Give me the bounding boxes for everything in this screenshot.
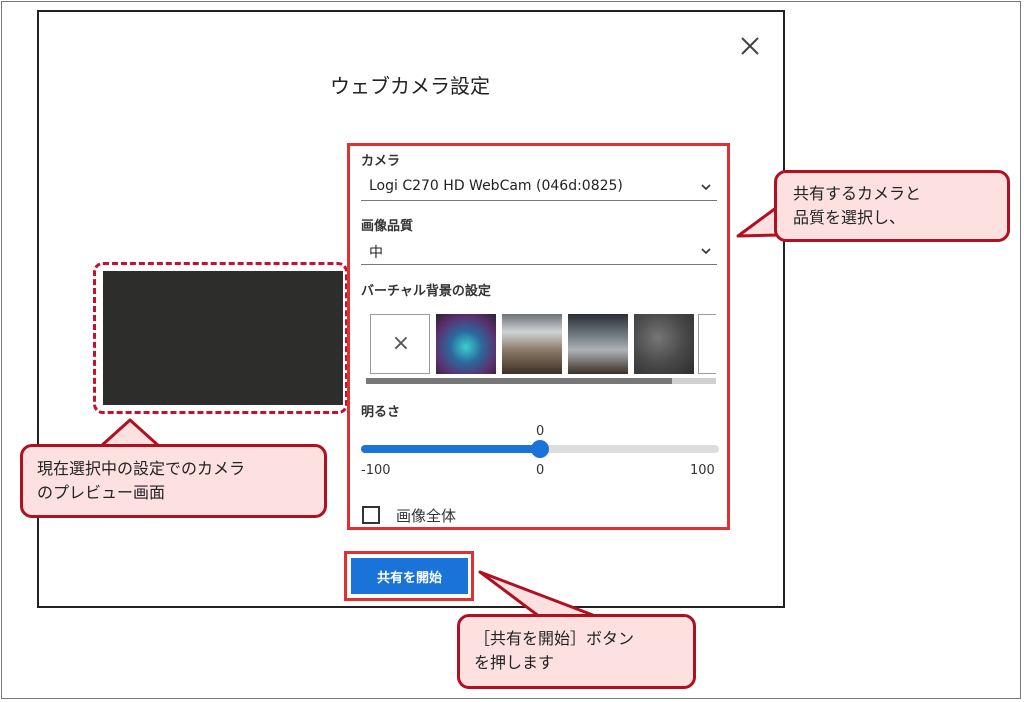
callout-tails (98, 203, 782, 619)
callout-select-text: 共有するカメラと 品質を選択し、 (793, 184, 922, 227)
callout-select-camera: 共有するカメラと 品質を選択し、 (774, 170, 1010, 242)
callout-share-button: ［共有を開始］ボタン を押します (457, 614, 696, 689)
callout-preview: 現在選択中の設定でのカメラ のプレビュー画面 (20, 444, 327, 518)
callout-button-text: ［共有を開始］ボタン を押します (474, 629, 635, 672)
callout-preview-text: 現在選択中の設定でのカメラ のプレビュー画面 (37, 459, 246, 502)
